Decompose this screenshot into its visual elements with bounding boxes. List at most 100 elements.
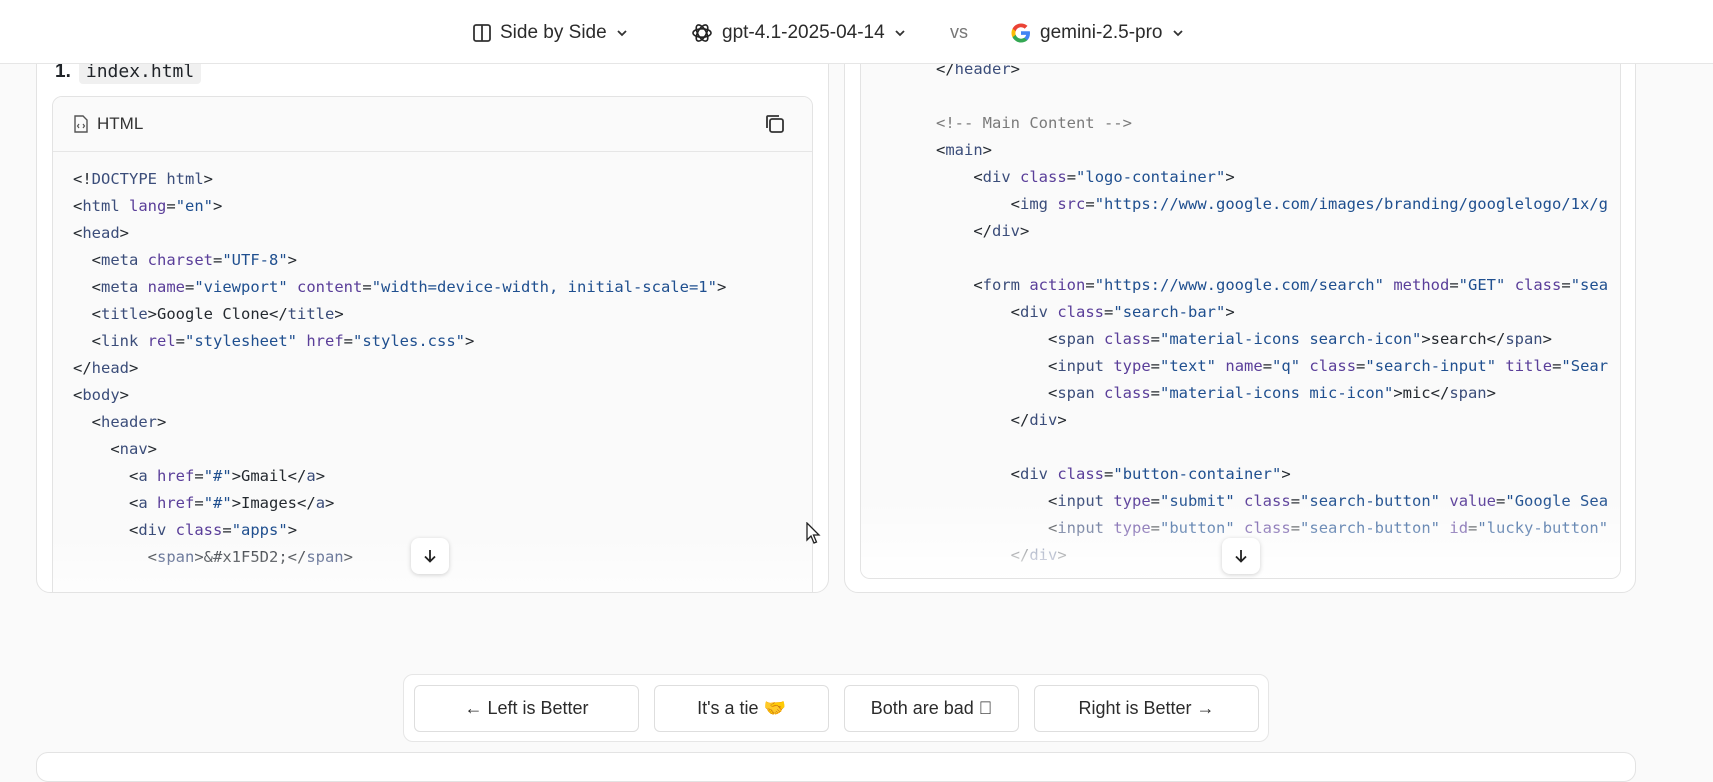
code-line: <body> (73, 382, 726, 409)
code-token: "q" (1272, 357, 1301, 375)
code-line: <main> (936, 137, 1608, 164)
both-bad-button[interactable]: Both are bad ⃠ (844, 685, 1019, 732)
code-line: <form action="https://www.google.com/sea… (936, 272, 1608, 299)
code-token: html (82, 197, 120, 215)
code-language-label: HTML (97, 114, 144, 133)
code-token: class (1514, 276, 1562, 294)
code-token: meta (101, 251, 139, 269)
left-model-selector[interactable]: gpt-4.1-2025-04-14 (690, 18, 907, 48)
code-block-header: HTML (53, 97, 812, 152)
code-line: </div> (936, 407, 1608, 434)
code-token: > (157, 413, 167, 431)
right-model-selector[interactable]: gemini-2.5-pro (1010, 18, 1185, 48)
code-token: < (73, 548, 157, 566)
code-line: <meta name="viewport" content="width=dev… (73, 274, 727, 301)
code-token: > (315, 467, 326, 485)
code-token: main (945, 141, 983, 159)
code-token: a (315, 494, 326, 512)
openai-icon (692, 24, 712, 42)
code-token: > (287, 251, 298, 269)
code-token: "UTF-8" (222, 251, 288, 269)
chevron-down-icon (617, 30, 627, 37)
tie-button[interactable]: It's a tie 🤝 (654, 685, 829, 732)
scroll-down-button[interactable] (411, 538, 449, 574)
code-content: <!DOCTYPE html> <html lang="en"> <head> <m… (73, 166, 726, 571)
code-line: <!-- Main Content --> (936, 110, 1608, 137)
code-token: href (306, 332, 344, 350)
code-token: = (1561, 276, 1571, 294)
code-token: = (213, 251, 223, 269)
code-token: = (1150, 492, 1161, 510)
code-line: <nav> (73, 436, 726, 463)
code-token: > (1057, 546, 1067, 564)
code-token: name (147, 278, 185, 296)
code-token: < (73, 197, 83, 215)
copy-button[interactable] (764, 113, 786, 140)
code-token: src (1057, 195, 1086, 213)
code-token: content (297, 278, 363, 296)
scroll-down-button[interactable] (1222, 538, 1260, 574)
code-token: > (129, 359, 139, 377)
code-token: "text" (1160, 357, 1217, 375)
code-content: </header> <!-- Main Content --> <main> <d… (936, 56, 1608, 569)
code-token: "sea (1570, 276, 1609, 294)
code-token: "material-icons mic-icon" (1160, 384, 1394, 402)
code-line: <span class="material-icons search-icon"… (936, 326, 1608, 353)
code-token: = (1262, 357, 1273, 375)
left-model-name: gpt-4.1-2025-04-14 (722, 22, 885, 43)
code-token: < (73, 440, 120, 458)
code-token: = (362, 278, 372, 296)
code-token: span (306, 548, 344, 566)
top-bar: Side by Side gpt-4.1-2025-04-14 vs gemin… (0, 0, 1713, 64)
code-line: <div class="logo-container"> (936, 164, 1608, 191)
code-token: a (138, 467, 148, 485)
columns-icon (473, 24, 491, 42)
code-token: <!-- Main Content --> (936, 114, 1132, 132)
code-token: > (465, 332, 475, 350)
code-token: = (1290, 519, 1301, 537)
code-token: = (1066, 168, 1077, 186)
vote-bar: ← Left is Better It's a tie 🤝 Both are b… (403, 674, 1269, 742)
code-token: name (1225, 357, 1263, 375)
code-token: class (1057, 465, 1105, 483)
left-response-panel: 1. index.html HTML <!DOCTYPE html> <html … (36, 40, 829, 593)
code-token: div (982, 168, 1011, 186)
code-token: "button" (1160, 519, 1235, 537)
code-token: > (1542, 330, 1552, 348)
code-token: title (287, 305, 335, 323)
vs-label: vs (950, 22, 968, 42)
code-token: class (175, 521, 223, 539)
code-line: <link rel="stylesheet" href="styles.css"… (73, 328, 726, 355)
code-token: < (73, 494, 139, 512)
code-token: >search</ (1421, 330, 1506, 348)
code-token: form (982, 276, 1020, 294)
code-block: HTML <!DOCTYPE html> <html lang="en"> <hea… (52, 96, 813, 592)
code-token: href (157, 467, 195, 485)
view-mode-dropdown[interactable]: Side by Side (472, 18, 629, 48)
chevron-down-icon (1172, 30, 1183, 37)
code-token: = (343, 332, 354, 350)
right-response-panel: </header> <!-- Main Content --> <main> <d… (844, 40, 1636, 593)
left-is-better-button[interactable]: ← Left is Better (414, 685, 639, 732)
code-token: >Gmail</ (231, 467, 307, 485)
code-token: < (936, 330, 1058, 348)
code-line: <span>&#x1F5D2;</span> (73, 544, 726, 571)
code-token: = (166, 197, 176, 215)
chevron-down-icon (895, 30, 905, 37)
code-token: head (82, 224, 120, 242)
code-token: "apps" (231, 521, 288, 539)
code-token: = (1552, 357, 1562, 375)
code-token: div (1029, 411, 1058, 429)
right-is-better-button[interactable]: Right is Better → (1034, 685, 1259, 732)
